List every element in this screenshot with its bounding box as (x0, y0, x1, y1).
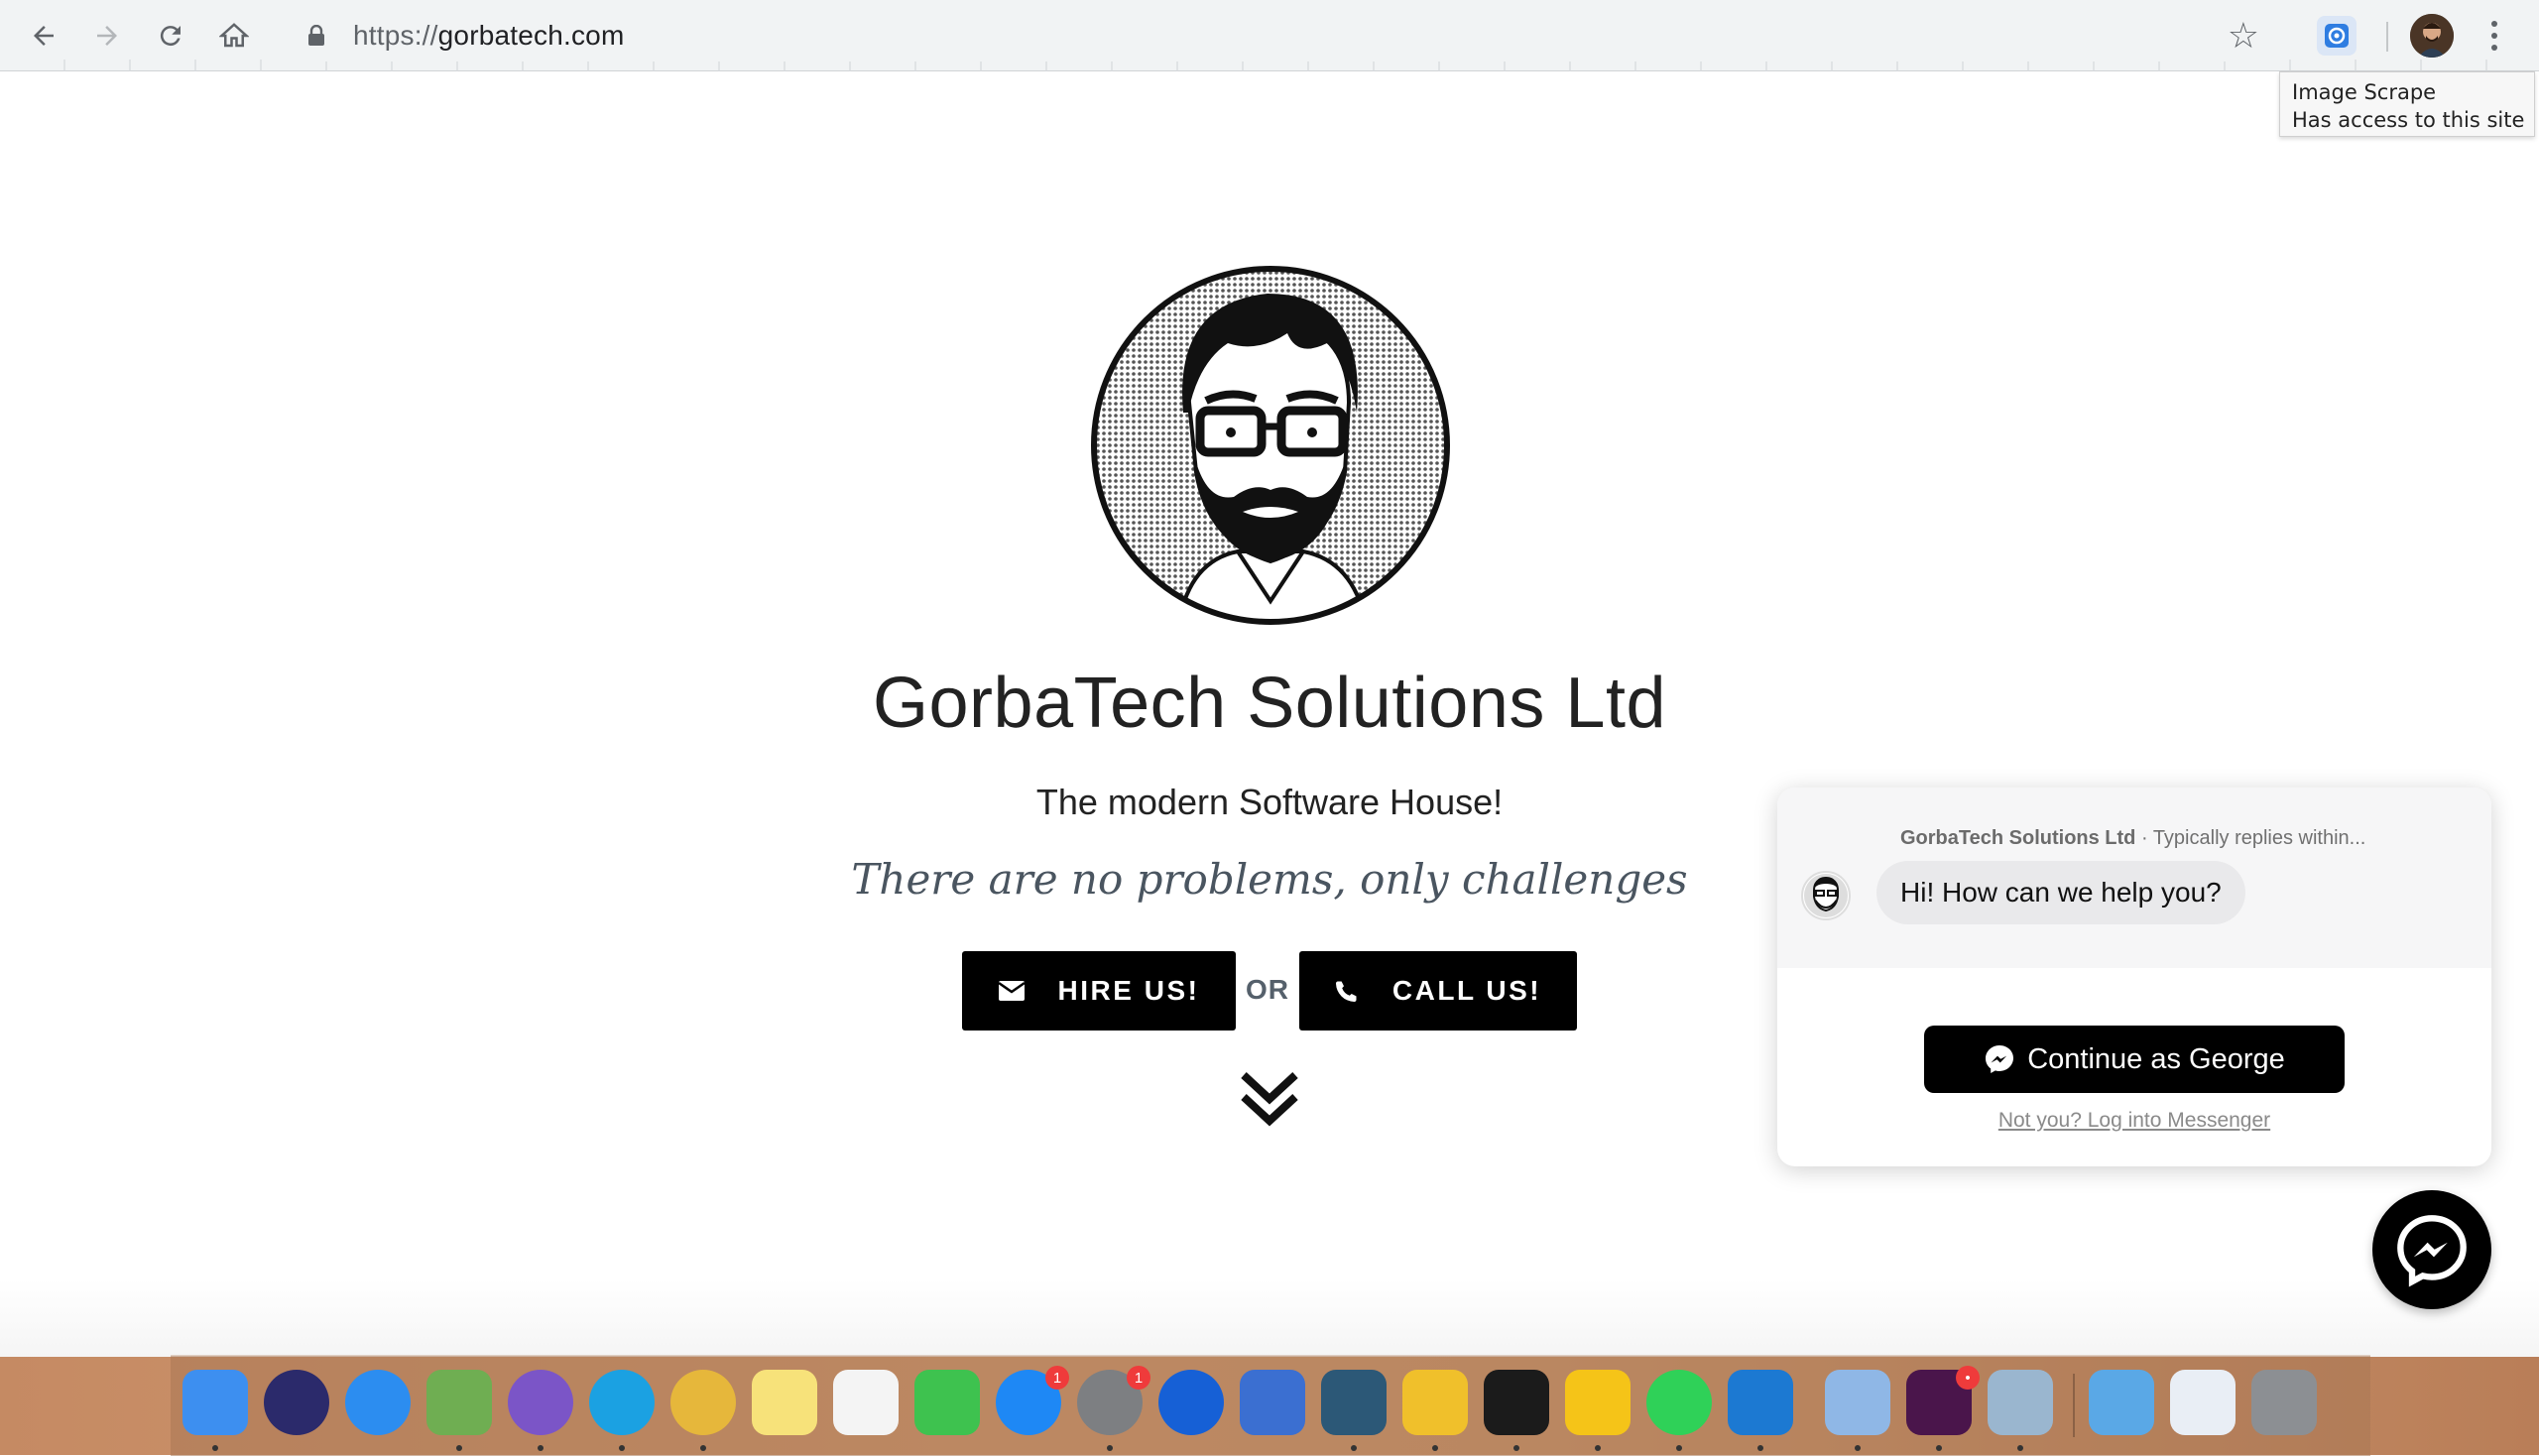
continue-as-user-label: Continue as George (2027, 1042, 2285, 1075)
reload-button[interactable] (149, 14, 192, 58)
running-indicator (1936, 1445, 1942, 1451)
messenger-fab-icon (2397, 1215, 2467, 1287)
phone-icon (1335, 979, 1359, 1003)
messenger-icon (1984, 1043, 2015, 1075)
trello-icon[interactable] (1728, 1370, 1793, 1435)
chat-avatar (1801, 871, 1851, 920)
preview-icon[interactable] (1988, 1370, 2053, 1435)
facetime-icon[interactable] (914, 1370, 980, 1435)
running-indicator (1757, 1445, 1763, 1451)
page-bottom-fade (0, 1279, 2539, 1357)
dock-badge: • (1956, 1366, 1980, 1390)
dock-separator (2073, 1374, 2075, 1437)
lock-icon[interactable] (302, 16, 331, 56)
cyberduck-icon[interactable] (1565, 1370, 1631, 1435)
running-indicator (1107, 1445, 1113, 1451)
running-indicator (700, 1445, 706, 1451)
call-us-label: CALL US! (1391, 975, 1542, 1006)
log-into-messenger-link[interactable]: Not you? Log into Messenger (1777, 1109, 2491, 1133)
viber-icon[interactable] (508, 1370, 573, 1435)
running-indicator (1855, 1445, 1861, 1451)
toolbar-separator (2386, 22, 2388, 52)
xcode-icon[interactable] (1240, 1370, 1305, 1435)
address-bar[interactable]: https://gorbatech.com ☆ (280, 10, 2283, 61)
sourcetree-icon[interactable] (1158, 1370, 1224, 1435)
chat-header: GorbaTech Solutions Ltd · Typically repl… (1900, 827, 2365, 850)
safari-icon[interactable] (345, 1370, 411, 1435)
url-scheme: https:// (353, 20, 438, 51)
android-studio-icon[interactable] (426, 1370, 492, 1435)
virtualbox-icon[interactable] (1825, 1370, 1890, 1435)
running-indicator (2017, 1445, 2023, 1451)
url-text[interactable]: https://gorbatech.com (353, 20, 624, 52)
chat-reply-status: · Typically replies within... (2135, 827, 2366, 849)
wireless-icon[interactable] (1402, 1370, 1468, 1435)
browser-toolbar: https://gorbatech.com ☆ (0, 0, 2539, 71)
image-scrape-extension-icon[interactable] (2317, 16, 2357, 56)
url-host: gorbatech.com (437, 20, 625, 51)
running-indicator (1351, 1445, 1357, 1451)
siri-icon[interactable] (264, 1370, 329, 1435)
running-indicator (1676, 1445, 1682, 1451)
running-indicator (456, 1445, 462, 1451)
chat-greeting-bubble: Hi! How can we help you? (1876, 861, 2245, 924)
document-stack-icon[interactable] (2170, 1370, 2236, 1435)
envelope-icon (998, 981, 1025, 1001)
extension-tooltip: Image Scrape Has access to this site (2279, 71, 2535, 137)
dock-badge: 1 (1045, 1366, 1069, 1390)
messenger-chat-panel: GorbaTech Solutions Ltd · Typically repl… (1777, 788, 2491, 1166)
mysql-workbench-icon[interactable] (1321, 1370, 1387, 1435)
call-us-button[interactable]: CALL US! (1299, 951, 1577, 1031)
running-indicator (1595, 1445, 1601, 1451)
hire-us-button[interactable]: HIRE US! (962, 951, 1236, 1031)
skype-icon[interactable] (589, 1370, 655, 1435)
folder-icon[interactable] (2089, 1370, 2154, 1435)
back-button[interactable] (22, 14, 65, 58)
hire-us-label: HIRE US! (1057, 975, 1200, 1006)
scroll-down-chevron-icon[interactable] (1238, 1067, 1301, 1131)
macos-dock: 1 1 • (171, 1355, 2370, 1456)
whatsapp-icon[interactable] (1646, 1370, 1712, 1435)
chrome-icon[interactable] (670, 1370, 736, 1435)
reload-icon (160, 26, 181, 47)
running-indicator (1513, 1445, 1519, 1451)
bookmark-star-icon[interactable]: ☆ (2228, 16, 2259, 57)
or-separator: OR (1246, 974, 1289, 1005)
browser-menu-icon[interactable] (2479, 14, 2509, 58)
arrow-right-icon (97, 26, 117, 46)
finder-icon[interactable] (182, 1370, 248, 1435)
tooltip-subtitle: Has access to this site (2292, 108, 2525, 132)
notes-icon[interactable] (752, 1370, 817, 1435)
running-indicator (619, 1445, 625, 1451)
running-indicator (212, 1445, 218, 1451)
trash-icon[interactable] (2251, 1370, 2317, 1435)
forward-button[interactable] (85, 14, 129, 58)
running-indicator (538, 1445, 544, 1451)
terminal-icon[interactable] (1484, 1370, 1549, 1435)
continue-as-user-button[interactable]: Continue as George (1924, 1026, 2345, 1093)
page-title: GorbaTech Solutions Ltd (873, 664, 1666, 743)
profile-avatar[interactable] (2410, 14, 2454, 58)
company-logo-portrait (1089, 264, 1452, 627)
chat-page-name: GorbaTech Solutions Ltd (1900, 827, 2136, 849)
dock-badge: 1 (1127, 1366, 1150, 1390)
home-button[interactable] (212, 14, 256, 58)
reminders-icon[interactable] (833, 1370, 899, 1435)
home-icon (219, 23, 249, 48)
arrow-left-icon (34, 26, 54, 46)
running-indicator (1432, 1445, 1438, 1451)
tooltip-title: Image Scrape (2292, 80, 2437, 104)
messenger-launcher-button[interactable] (2372, 1190, 2491, 1309)
